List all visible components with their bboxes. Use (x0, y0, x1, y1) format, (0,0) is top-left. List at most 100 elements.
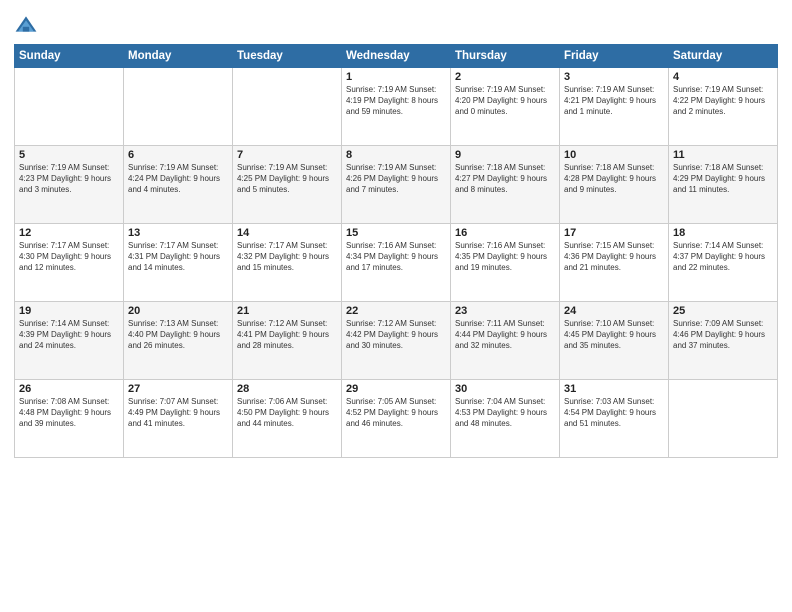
calendar-cell: 6Sunrise: 7:19 AM Sunset: 4:24 PM Daylig… (124, 146, 233, 224)
calendar-cell: 30 Sunrise: 7:04 AM Sunset: 4:53 PM Dayli… (451, 380, 560, 458)
day-info: Sunrise: 7:19 AM Sunset: 4:22 PM Dayligh… (673, 85, 773, 117)
day-number: 7 (237, 149, 337, 161)
calendar-cell: 12 Sunrise: 7:17 AM Sunset: 4:30 PM Dayli… (15, 224, 124, 302)
calendar-header-friday: Friday (560, 45, 669, 68)
calendar-cell (124, 68, 233, 146)
day-number: 21 (237, 305, 337, 317)
day-info: Sunrise: 7:10 AM Sunset: 4:45 PM Dayligh… (564, 319, 664, 351)
day-number: 3 (564, 71, 664, 83)
day-info: Sunrise: 7:11 AM Sunset: 4:44 PM Dayligh… (455, 319, 555, 351)
page: { "header": { "logo_general": "General",… (0, 0, 792, 612)
calendar-cell: 2Sunrise: 7:19 AM Sunset: 4:20 PM Daylig… (451, 68, 560, 146)
day-info: Sunrise: 7:04 AM Sunset: 4:53 PM Dayligh… (455, 397, 555, 429)
day-number: 30 (455, 383, 555, 395)
day-number: 29 (346, 383, 446, 395)
day-info: Sunrise: 7:17 AM Sunset: 4:30 PM Dayligh… (19, 241, 119, 273)
day-info: Sunrise: 7:09 AM Sunset: 4:46 PM Dayligh… (673, 319, 773, 351)
day-number: 1 (346, 71, 446, 83)
day-info: Sunrise: 7:14 AM Sunset: 4:37 PM Dayligh… (673, 241, 773, 273)
calendar-header-row: SundayMondayTuesdayWednesdayThursdayFrid… (15, 45, 778, 68)
calendar-cell: 9 Sunrise: 7:18 AM Sunset: 4:27 PM Daylig… (451, 146, 560, 224)
calendar-cell: 10 Sunrise: 7:18 AM Sunset: 4:28 PM Dayli… (560, 146, 669, 224)
day-number: 5 (19, 149, 119, 161)
calendar-body: 1 Sunrise: 7:19 AM Sunset: 4:19 PM Daylig… (15, 68, 778, 458)
calendar-cell: 13 Sunrise: 7:17 AM Sunset: 4:31 PM Dayli… (124, 224, 233, 302)
calendar-cell: 19Sunrise: 7:14 AM Sunset: 4:39 PM Dayli… (15, 302, 124, 380)
calendar-cell: 29 Sunrise: 7:05 AM Sunset: 4:52 PM Dayli… (342, 380, 451, 458)
logo (14, 14, 40, 38)
calendar-cell: 7 Sunrise: 7:19 AM Sunset: 4:25 PM Daylig… (233, 146, 342, 224)
day-info: Sunrise: 7:16 AM Sunset: 4:35 PM Dayligh… (455, 241, 555, 273)
day-info: Sunrise: 7:07 AM Sunset: 4:49 PM Dayligh… (128, 397, 228, 429)
day-number: 12 (19, 227, 119, 239)
header (14, 10, 778, 38)
calendar-cell: 31 Sunrise: 7:03 AM Sunset: 4:54 PM Dayli… (560, 380, 669, 458)
day-info: Sunrise: 7:12 AM Sunset: 4:42 PM Dayligh… (346, 319, 446, 351)
day-number: 9 (455, 149, 555, 161)
calendar-cell (669, 380, 778, 458)
calendar-cell: 21 Sunrise: 7:12 AM Sunset: 4:41 PM Dayli… (233, 302, 342, 380)
day-info: Sunrise: 7:14 AM Sunset: 4:39 PM Dayligh… (19, 319, 119, 351)
day-info: Sunrise: 7:18 AM Sunset: 4:27 PM Dayligh… (455, 163, 555, 195)
logo-icon (14, 14, 38, 38)
day-info: Sunrise: 7:19 AM Sunset: 4:21 PM Dayligh… (564, 85, 664, 117)
day-info: Sunrise: 7:19 AM Sunset: 4:23 PM Dayligh… (19, 163, 119, 195)
day-info: Sunrise: 7:05 AM Sunset: 4:52 PM Dayligh… (346, 397, 446, 429)
day-number: 6 (128, 149, 228, 161)
day-number: 26 (19, 383, 119, 395)
calendar-week-row: 12 Sunrise: 7:17 AM Sunset: 4:30 PM Dayli… (15, 224, 778, 302)
day-number: 8 (346, 149, 446, 161)
day-info: Sunrise: 7:19 AM Sunset: 4:26 PM Dayligh… (346, 163, 446, 195)
day-number: 4 (673, 71, 773, 83)
day-number: 11 (673, 149, 773, 161)
calendar-cell: 24 Sunrise: 7:10 AM Sunset: 4:45 PM Dayli… (560, 302, 669, 380)
calendar-week-row: 5 Sunrise: 7:19 AM Sunset: 4:23 PM Daylig… (15, 146, 778, 224)
day-number: 14 (237, 227, 337, 239)
day-info: Sunrise: 7:06 AM Sunset: 4:50 PM Dayligh… (237, 397, 337, 429)
day-number: 31 (564, 383, 664, 395)
day-number: 10 (564, 149, 664, 161)
calendar-header-wednesday: Wednesday (342, 45, 451, 68)
calendar-header-monday: Monday (124, 45, 233, 68)
calendar-cell: 22 Sunrise: 7:12 AM Sunset: 4:42 PM Dayli… (342, 302, 451, 380)
day-number: 23 (455, 305, 555, 317)
calendar-cell: 23 Sunrise: 7:11 AM Sunset: 4:44 PM Dayli… (451, 302, 560, 380)
day-info: Sunrise: 7:19 AM Sunset: 4:19 PM Dayligh… (346, 85, 446, 117)
day-info: Sunrise: 7:13 AM Sunset: 4:40 PM Dayligh… (128, 319, 228, 351)
day-number: 24 (564, 305, 664, 317)
calendar-cell: 16Sunrise: 7:16 AM Sunset: 4:35 PM Dayli… (451, 224, 560, 302)
calendar-week-row: 26 Sunrise: 7:08 AM Sunset: 4:48 PM Dayli… (15, 380, 778, 458)
calendar-week-row: 1 Sunrise: 7:19 AM Sunset: 4:19 PM Daylig… (15, 68, 778, 146)
day-number: 17 (564, 227, 664, 239)
day-number: 20 (128, 305, 228, 317)
calendar-cell: 14Sunrise: 7:17 AM Sunset: 4:32 PM Dayli… (233, 224, 342, 302)
calendar-cell: 4 Sunrise: 7:19 AM Sunset: 4:22 PM Daylig… (669, 68, 778, 146)
calendar-header-sunday: Sunday (15, 45, 124, 68)
day-number: 18 (673, 227, 773, 239)
calendar-cell: 17 Sunrise: 7:15 AM Sunset: 4:36 PM Dayli… (560, 224, 669, 302)
calendar-cell (233, 68, 342, 146)
calendar-week-row: 19Sunrise: 7:14 AM Sunset: 4:39 PM Dayli… (15, 302, 778, 380)
calendar-header-saturday: Saturday (669, 45, 778, 68)
calendar: SundayMondayTuesdayWednesdayThursdayFrid… (14, 44, 778, 458)
calendar-cell: 26 Sunrise: 7:08 AM Sunset: 4:48 PM Dayli… (15, 380, 124, 458)
day-number: 22 (346, 305, 446, 317)
calendar-cell: 27 Sunrise: 7:07 AM Sunset: 4:49 PM Dayli… (124, 380, 233, 458)
day-number: 13 (128, 227, 228, 239)
calendar-header-tuesday: Tuesday (233, 45, 342, 68)
day-number: 28 (237, 383, 337, 395)
calendar-cell: 18 Sunrise: 7:14 AM Sunset: 4:37 PM Dayli… (669, 224, 778, 302)
day-info: Sunrise: 7:18 AM Sunset: 4:28 PM Dayligh… (564, 163, 664, 195)
day-info: Sunrise: 7:03 AM Sunset: 4:54 PM Dayligh… (564, 397, 664, 429)
day-info: Sunrise: 7:12 AM Sunset: 4:41 PM Dayligh… (237, 319, 337, 351)
day-number: 2 (455, 71, 555, 83)
calendar-cell: 11Sunrise: 7:18 AM Sunset: 4:29 PM Dayli… (669, 146, 778, 224)
day-info: Sunrise: 7:15 AM Sunset: 4:36 PM Dayligh… (564, 241, 664, 273)
day-info: Sunrise: 7:19 AM Sunset: 4:25 PM Dayligh… (237, 163, 337, 195)
calendar-cell: 20 Sunrise: 7:13 AM Sunset: 4:40 PM Dayli… (124, 302, 233, 380)
day-info: Sunrise: 7:17 AM Sunset: 4:31 PM Dayligh… (128, 241, 228, 273)
day-number: 27 (128, 383, 228, 395)
calendar-cell: 5 Sunrise: 7:19 AM Sunset: 4:23 PM Daylig… (15, 146, 124, 224)
day-number: 15 (346, 227, 446, 239)
day-info: Sunrise: 7:08 AM Sunset: 4:48 PM Dayligh… (19, 397, 119, 429)
